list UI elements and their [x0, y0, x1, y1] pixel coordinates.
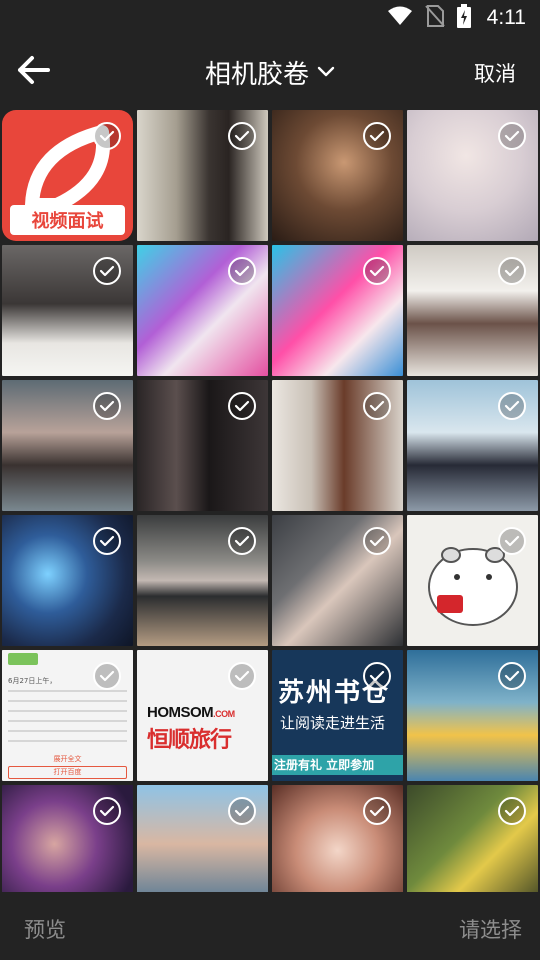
photo-cell[interactable]: [2, 515, 133, 646]
check-circle-icon[interactable]: [228, 257, 256, 285]
brand-name-cn: 恒顺旅行: [147, 728, 232, 753]
photo-cell[interactable]: [137, 245, 268, 376]
status-time: 4:11: [486, 6, 526, 29]
photo-cell[interactable]: [272, 785, 403, 892]
check-circle-icon[interactable]: [93, 122, 121, 150]
check-circle-icon[interactable]: [498, 662, 526, 690]
check-circle-icon[interactable]: [228, 527, 256, 555]
status-icons: 4:11: [387, 4, 526, 32]
status-bar: 4:11: [0, 0, 540, 36]
check-circle-icon[interactable]: [93, 392, 121, 420]
photo-cell[interactable]: [272, 245, 403, 376]
app-tile-label: 视频面试: [10, 205, 125, 235]
photo-cell[interactable]: [137, 785, 268, 892]
preview-button[interactable]: 预览: [24, 914, 66, 944]
photo-cell[interactable]: [407, 245, 538, 376]
check-circle-icon[interactable]: [498, 797, 526, 825]
check-circle-icon[interactable]: [228, 797, 256, 825]
check-circle-icon[interactable]: [498, 392, 526, 420]
check-circle-icon[interactable]: [93, 797, 121, 825]
photo-cell[interactable]: [272, 110, 403, 241]
check-circle-icon[interactable]: [228, 662, 256, 690]
news-open-app: 打开百度: [8, 766, 127, 779]
cancel-button[interactable]: 取消: [474, 58, 516, 88]
check-circle-icon[interactable]: [363, 392, 391, 420]
photo-cell[interactable]: [272, 515, 403, 646]
photo-grid: 视频面试 6月27日上午， 展开全文 打开百度 HOMSOM.COM 恒顺旅行 …: [2, 110, 538, 892]
check-circle-icon[interactable]: [228, 392, 256, 420]
check-circle-icon[interactable]: [93, 257, 121, 285]
book-ad-subtitle: 让阅读走进生活: [280, 714, 386, 732]
check-circle-icon[interactable]: [93, 662, 121, 690]
photo-cell[interactable]: [2, 245, 133, 376]
check-circle-icon[interactable]: [228, 122, 256, 150]
photo-cell[interactable]: [2, 380, 133, 511]
check-circle-icon[interactable]: [498, 122, 526, 150]
book-ad-cta: 注册有礼 立即参加: [272, 755, 403, 775]
album-selector[interactable]: 相机胶卷: [0, 54, 540, 91]
brand-name-suffix: .COM: [213, 709, 235, 719]
select-button[interactable]: 请选择: [459, 914, 522, 944]
check-circle-icon[interactable]: [363, 527, 391, 555]
battery-charging-icon: [456, 4, 471, 32]
check-circle-icon[interactable]: [93, 527, 121, 555]
photo-cell[interactable]: [272, 380, 403, 511]
album-title: 相机胶卷: [204, 60, 309, 90]
photo-cell[interactable]: [407, 515, 538, 646]
photo-cell[interactable]: 苏州书仓 让阅读走进生活 注册有礼 立即参加: [272, 650, 403, 781]
photo-cell[interactable]: [407, 650, 538, 781]
no-sim-icon: [424, 5, 445, 31]
check-circle-icon[interactable]: [363, 257, 391, 285]
check-circle-icon[interactable]: [498, 257, 526, 285]
photo-cell[interactable]: [407, 785, 538, 892]
photo-cell[interactable]: [137, 110, 268, 241]
photo-cell[interactable]: [2, 785, 133, 892]
check-circle-icon[interactable]: [363, 662, 391, 690]
photo-cell[interactable]: HOMSOM.COM 恒顺旅行: [137, 650, 268, 781]
toolbar: 相机胶卷 取消: [0, 36, 540, 108]
wifi-icon: [387, 6, 413, 30]
chevron-down-icon: [317, 63, 335, 82]
photo-cell[interactable]: [407, 380, 538, 511]
photo-cell[interactable]: 视频面试: [2, 110, 133, 241]
news-more-link: 展开全文: [53, 755, 82, 763]
check-circle-icon[interactable]: [363, 122, 391, 150]
photo-cell[interactable]: [137, 380, 268, 511]
check-circle-icon[interactable]: [498, 527, 526, 555]
brand-name-en: HOMSOM: [147, 704, 214, 721]
photo-cell[interactable]: [407, 110, 538, 241]
bottom-bar: 预览 请选择: [0, 892, 540, 960]
photo-cell[interactable]: 6月27日上午， 展开全文 打开百度: [2, 650, 133, 781]
photo-cell[interactable]: [137, 515, 268, 646]
check-circle-icon[interactable]: [363, 797, 391, 825]
